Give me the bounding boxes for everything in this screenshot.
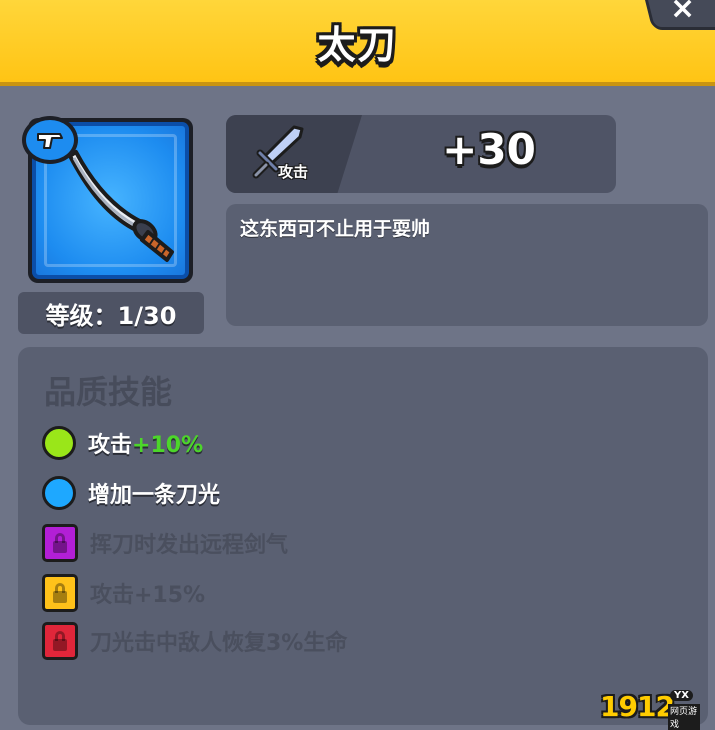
header-bar: 太刀 — [0, 0, 715, 86]
skill-unlocked-icon — [42, 476, 76, 510]
skill-text: 攻击+15% — [90, 583, 206, 608]
attack-label: 攻击 — [278, 163, 309, 181]
skill-text: 挥刀时发出远程剑气 — [90, 533, 289, 558]
skill-row: 刀光击中敌人恢复3%生命 — [42, 621, 347, 661]
skill-text: 攻击+10% — [88, 433, 204, 458]
hand-gun-icon — [37, 133, 63, 149]
skill-row: 增加一条刀光 — [42, 473, 220, 513]
lock-icon — [42, 622, 78, 660]
watermark-logo: 1912 YX 网页游戏 — [600, 690, 700, 730]
skill-unlocked-icon — [42, 426, 76, 460]
skill-text: 增加一条刀光 — [88, 483, 221, 508]
level-indicator: 等级：1/30 — [18, 292, 204, 334]
skills-title: 品质技能 — [44, 373, 173, 411]
skill-row: 挥刀时发出远程剑气 — [42, 523, 288, 563]
lock-icon — [42, 524, 78, 562]
skill-text: 刀光击中敌人恢复3%生命 — [90, 631, 348, 656]
item-type-badge — [22, 116, 78, 164]
skill-row: 攻击+10% — [42, 423, 203, 463]
close-icon[interactable]: × — [670, 0, 710, 24]
lock-icon — [42, 574, 78, 612]
attack-stat-box: 攻击 +30 — [226, 115, 616, 193]
attack-value: +30 — [442, 125, 536, 174]
item-description: 这东西可不止用于耍帅 — [226, 204, 708, 326]
page-title: 太刀 — [317, 23, 398, 67]
watermark-subtext: 网页游戏 — [668, 704, 700, 730]
description-text: 这东西可不止用于耍帅 — [240, 218, 431, 240]
watermark-badge: YX — [670, 690, 693, 701]
skill-row: 攻击+15% — [42, 573, 205, 613]
watermark-number: 1912 — [600, 690, 675, 723]
quality-skills-panel: 品质技能 攻击+10% 增加一条刀光 挥刀时发出远程剑气 攻击+15% 刀光击中… — [18, 347, 708, 725]
